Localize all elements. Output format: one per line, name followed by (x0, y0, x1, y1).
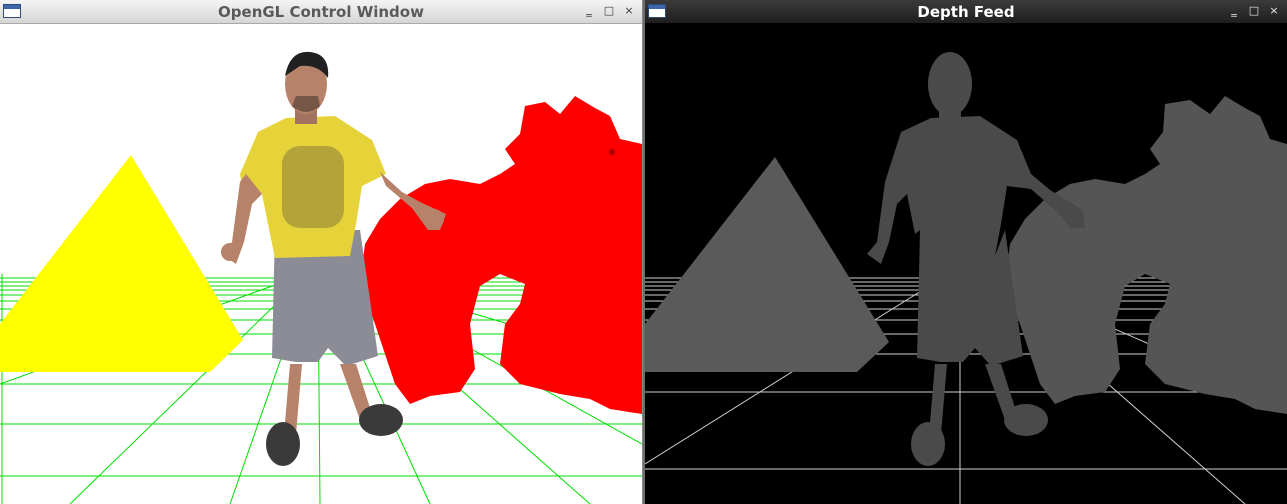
maximize-button[interactable]: □ (602, 4, 616, 18)
control-window-title: OpenGL Control Window (218, 3, 424, 21)
maximize-button[interactable]: □ (1247, 4, 1261, 18)
close-button[interactable]: × (1267, 4, 1281, 18)
minimize-button[interactable]: ‗ (1227, 4, 1241, 18)
depth-viewport[interactable] (645, 24, 1287, 504)
depth-feed-window[interactable]: Depth Feed ‗ □ × (645, 0, 1287, 504)
control-window-titlebar[interactable]: OpenGL Control Window ‗ □ × (0, 0, 642, 24)
opengl-viewport[interactable] (0, 24, 642, 504)
depth-window-title: Depth Feed (917, 3, 1015, 21)
close-button[interactable]: × (622, 4, 636, 18)
dragon-eye (609, 149, 615, 155)
opengl-control-window[interactable]: OpenGL Control Window ‗ □ × (0, 0, 643, 504)
minimize-button[interactable]: ‗ (582, 4, 596, 18)
depth-window-titlebar[interactable]: Depth Feed ‗ □ × (645, 0, 1287, 24)
